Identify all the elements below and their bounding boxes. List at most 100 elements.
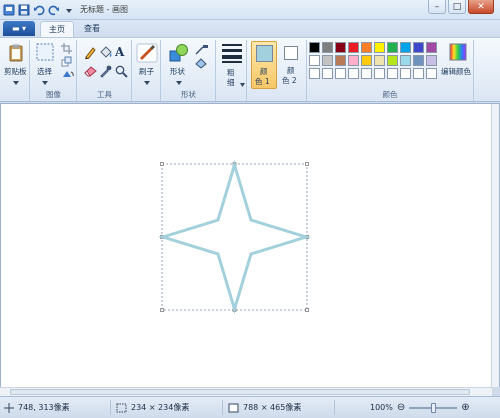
- edit-colors-icon[interactable]: [449, 43, 467, 63]
- shapes-button-label[interactable]: 形状: [170, 66, 185, 77]
- palette-swatch[interactable]: [426, 42, 437, 53]
- color2-button[interactable]: 颜 色 2: [279, 41, 305, 89]
- palette-swatch[interactable]: [322, 68, 333, 79]
- window-title: 无标题 - 画图: [80, 5, 128, 14]
- tab-view[interactable]: 查看: [76, 21, 108, 37]
- selection-size: 234 × 234像素: [116, 402, 189, 413]
- quick-access-toolbar: [2, 3, 75, 16]
- palette-swatch[interactable]: [387, 68, 398, 79]
- palette-swatch[interactable]: [361, 42, 372, 53]
- app-menu-button[interactable]: ▬ ▾: [3, 21, 35, 36]
- fill-icon[interactable]: [195, 58, 209, 71]
- close-button[interactable]: ✕: [468, 0, 494, 14]
- chevron-down-icon[interactable]: [42, 78, 48, 87]
- paint-window: 无标题 - 画图 – □ ✕ ▬ ▾ 主页 查看 剪贴板 选择 图像 A 工具 …: [0, 0, 500, 418]
- horizontal-scrollbar-thumb[interactable]: [10, 389, 470, 395]
- horizontal-scrollbar[interactable]: [0, 387, 492, 396]
- vertical-scrollbar[interactable]: [491, 104, 499, 387]
- shapes-icon[interactable]: [168, 43, 190, 65]
- palette-swatch[interactable]: [426, 68, 437, 79]
- redo-icon[interactable]: [47, 3, 60, 16]
- palette-swatch[interactable]: [322, 55, 333, 66]
- customize-qat-icon[interactable]: [62, 3, 75, 16]
- palette-swatch[interactable]: [387, 55, 398, 66]
- clipboard-button-label[interactable]: 剪贴板: [4, 66, 27, 77]
- chevron-down-icon[interactable]: [240, 80, 245, 89]
- save-icon[interactable]: [17, 3, 30, 16]
- palette-swatch[interactable]: [374, 68, 385, 79]
- minimize-button[interactable]: –: [428, 0, 446, 14]
- title-bar: 无标题 - 画图 – □ ✕: [0, 0, 500, 20]
- palette-swatch[interactable]: [413, 68, 424, 79]
- palette-swatch[interactable]: [309, 68, 320, 79]
- status-bar: 748, 313像素 234 × 234像素 788 × 465像素 100% …: [0, 396, 500, 418]
- palette-swatch[interactable]: [335, 68, 346, 79]
- rotate-icon[interactable]: [61, 69, 74, 82]
- color1-button[interactable]: 颜 色 1: [251, 41, 277, 89]
- maximize-button[interactable]: □: [448, 0, 466, 14]
- canvas-scroll-area[interactable]: [0, 103, 500, 387]
- chevron-down-icon[interactable]: [176, 78, 182, 87]
- resize-icon[interactable]: [61, 56, 72, 69]
- chevron-down-icon[interactable]: [144, 78, 150, 87]
- pencil-icon[interactable]: [84, 46, 97, 61]
- select-button-label[interactable]: 选择: [37, 66, 52, 77]
- paint-app-icon[interactable]: [2, 3, 15, 16]
- brush-icon[interactable]: [136, 43, 158, 65]
- palette-swatch[interactable]: [400, 68, 411, 79]
- size-group: 粗 细: [217, 40, 247, 101]
- chevron-down-icon[interactable]: [13, 78, 19, 87]
- shapes-group-label: 形状: [181, 90, 196, 99]
- clipboard-icon[interactable]: [9, 44, 23, 64]
- brushes-button-label[interactable]: 刷子: [139, 66, 154, 77]
- palette-swatch[interactable]: [361, 68, 372, 79]
- zoom-slider[interactable]: [409, 402, 458, 413]
- tab-home[interactable]: 主页: [40, 21, 74, 37]
- palette-swatch[interactable]: [400, 42, 411, 53]
- palette-swatch[interactable]: [335, 42, 346, 53]
- size-label-line2[interactable]: 细: [227, 77, 235, 88]
- eraser-icon[interactable]: [84, 65, 97, 79]
- palette-swatch[interactable]: [387, 42, 398, 53]
- palette-swatch[interactable]: [413, 55, 424, 66]
- palette-swatch[interactable]: [361, 55, 372, 66]
- magnifier-icon[interactable]: [115, 65, 128, 80]
- status-divider: [222, 400, 223, 415]
- canvas-size-text: 788 × 465像素: [243, 403, 302, 412]
- palette-swatch[interactable]: [335, 55, 346, 66]
- edit-colors-label[interactable]: 编辑颜色: [441, 66, 471, 77]
- select-icon[interactable]: [36, 43, 54, 63]
- palette-swatch[interactable]: [322, 42, 333, 53]
- zoom-out-icon[interactable]: ⊖: [397, 402, 405, 413]
- window-controls: – □ ✕: [428, 0, 494, 14]
- crop-icon[interactable]: [61, 43, 72, 56]
- status-divider: [110, 400, 111, 415]
- shapes-group: 形状 形状: [162, 40, 216, 101]
- palette-swatch[interactable]: [400, 55, 411, 66]
- palette-swatch[interactable]: [348, 55, 359, 66]
- palette-swatch[interactable]: [309, 42, 320, 53]
- palette-swatch[interactable]: [413, 42, 424, 53]
- undo-icon[interactable]: [32, 3, 45, 16]
- color-picker-icon[interactable]: [99, 65, 112, 80]
- palette-swatch[interactable]: [348, 68, 359, 79]
- outline-icon[interactable]: [195, 44, 209, 57]
- zoom-level: 100%: [370, 403, 393, 412]
- color1-swatch: [256, 45, 273, 62]
- text-tool-icon[interactable]: A: [115, 45, 124, 59]
- zoom-in-icon[interactable]: ⊕: [461, 402, 469, 413]
- palette-swatch[interactable]: [426, 55, 437, 66]
- fill-bucket-icon[interactable]: [99, 46, 112, 61]
- palette-swatch[interactable]: [309, 55, 320, 66]
- color2-label-line2: 色 2: [282, 76, 297, 85]
- drawing-canvas[interactable]: [1, 104, 491, 387]
- palette-swatch[interactable]: [348, 42, 359, 53]
- colors-group: 编辑颜色 颜色: [306, 40, 474, 101]
- image-group: 选择 图像: [31, 40, 77, 101]
- zoom-control: 100% ⊖ ⊕: [370, 402, 470, 413]
- ribbon-tab-row: ▬ ▾ 主页 查看: [0, 20, 500, 37]
- palette-swatch[interactable]: [374, 42, 385, 53]
- size-lines-icon[interactable]: [222, 44, 242, 65]
- palette-swatch[interactable]: [374, 55, 385, 66]
- zoom-slider-thumb[interactable]: [430, 402, 436, 413]
